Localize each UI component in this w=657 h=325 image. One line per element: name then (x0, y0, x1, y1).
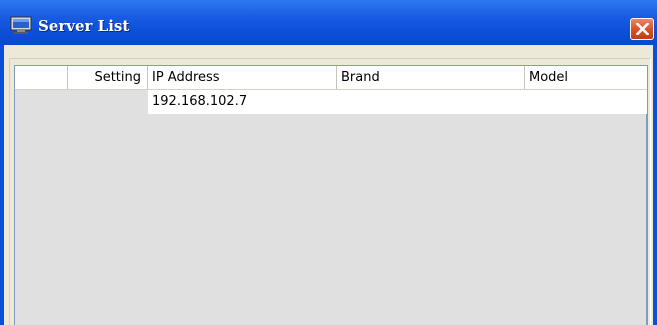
column-header-ip-address[interactable]: IP Address (148, 66, 337, 89)
cell-setting[interactable] (68, 90, 148, 114)
column-header-brand[interactable]: Brand (337, 66, 525, 89)
cell-ip-address[interactable]: 192.168.102.7 (148, 90, 337, 114)
close-icon (636, 23, 649, 35)
column-header-setting[interactable]: Setting (68, 66, 148, 89)
title-bar[interactable]: Server List (0, 0, 657, 45)
column-header-select[interactable] (15, 66, 68, 89)
cell-select[interactable] (15, 90, 68, 114)
cell-model[interactable] (525, 90, 647, 114)
list-header: Setting IP Address Brand Model (15, 66, 647, 90)
table-row[interactable]: 192.168.102.7 (15, 90, 647, 114)
close-button[interactable] (630, 18, 654, 40)
cell-brand[interactable] (337, 90, 525, 114)
server-list-view[interactable]: Setting IP Address Brand Model 192.168.1… (14, 65, 648, 325)
monitor-icon (10, 16, 32, 34)
server-list-window: Server List Setting IP Address Brand Mod… (0, 0, 657, 325)
column-header-model[interactable]: Model (525, 66, 647, 89)
window-client-area: Setting IP Address Brand Model 192.168.1… (4, 45, 653, 325)
window-title: Server List (38, 17, 130, 35)
